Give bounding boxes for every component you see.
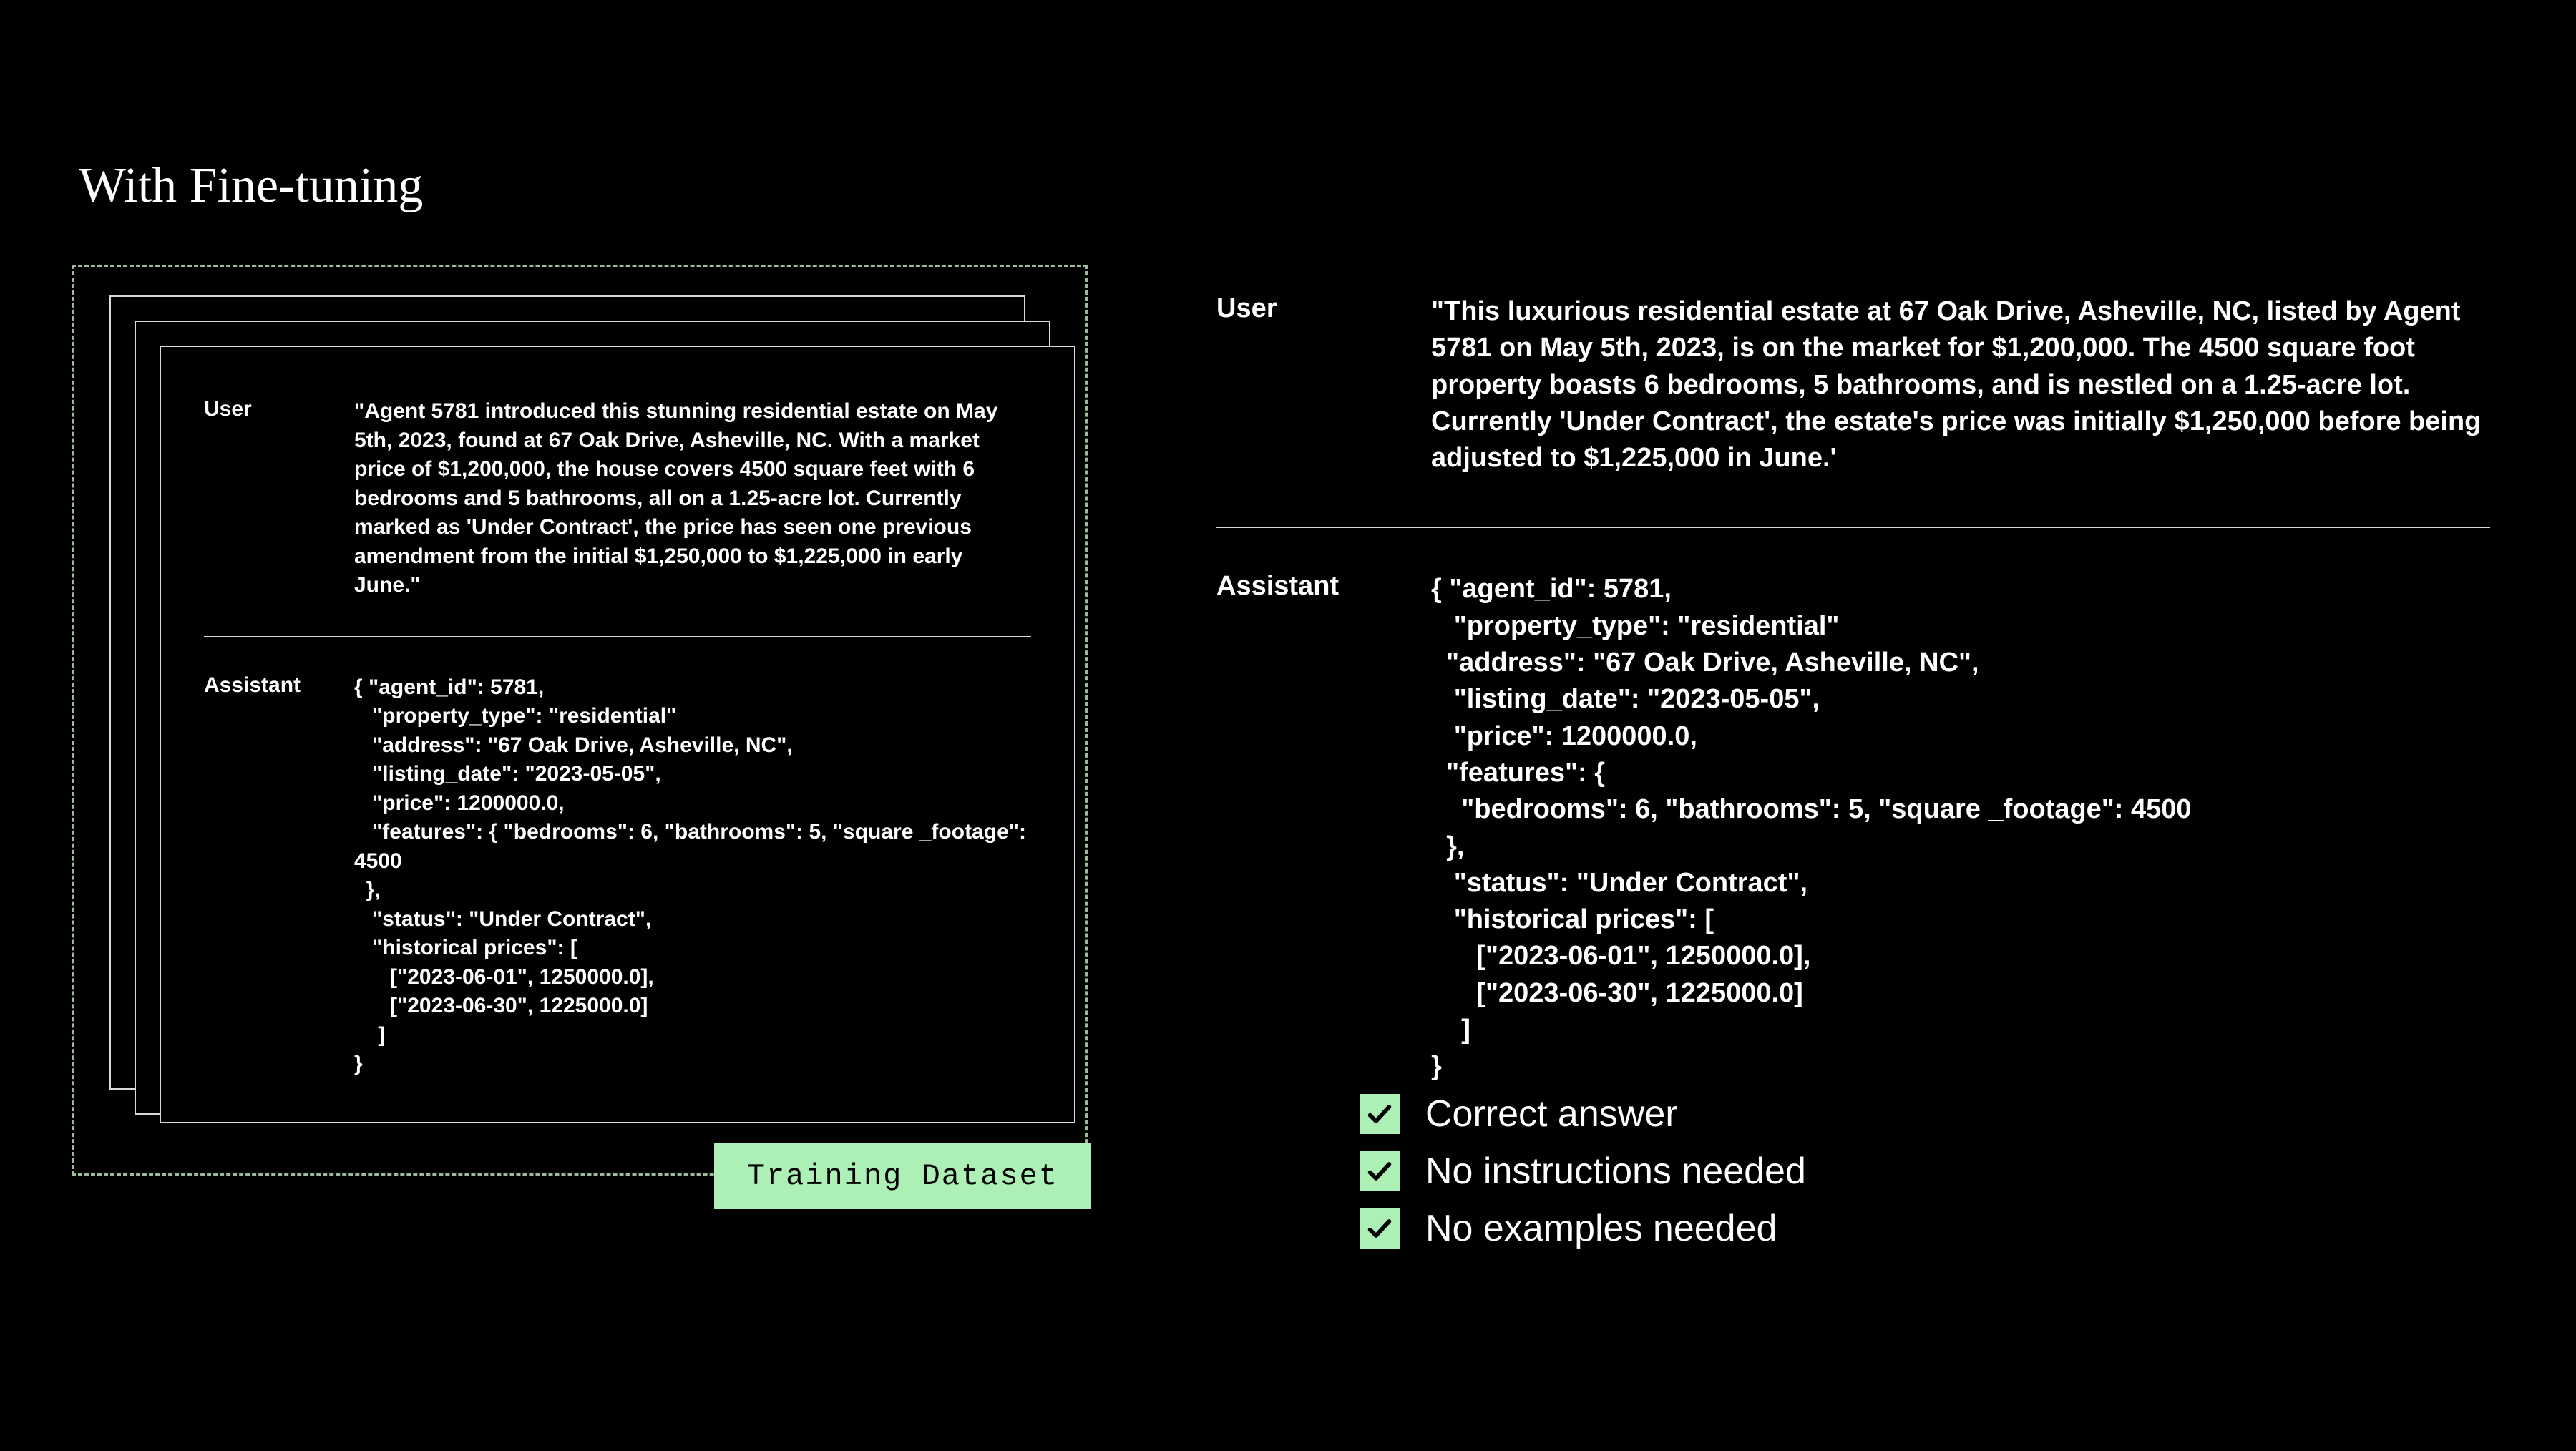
role-label-user: User <box>204 397 326 600</box>
assistant-message: Assistant { "agent_id": 5781, "property_… <box>1216 571 2490 1085</box>
check-item: No examples needed <box>1360 1207 2490 1250</box>
left-column: User "Agent 5781 introduced this stunnin… <box>72 265 1088 1264</box>
check-label: No instructions needed <box>1425 1150 1806 1193</box>
divider <box>1216 527 2490 528</box>
assistant-text: { "agent_id": 5781, "property_type": "re… <box>1431 571 2192 1085</box>
check-icon <box>1360 1094 1400 1134</box>
divider <box>204 636 1031 637</box>
check-label: Correct answer <box>1425 1093 1678 1135</box>
user-message: User "This luxurious residential estate … <box>1216 293 2490 477</box>
role-label-assistant: Assistant <box>1216 571 1402 1085</box>
check-item: No instructions needed <box>1360 1150 2490 1193</box>
user-message: User "Agent 5781 introduced this stunnin… <box>204 397 1031 600</box>
benefits-checklist: Correct answer No instructions needed No… <box>1216 1093 2490 1250</box>
slide-title: With Fine-tuning <box>79 157 2504 215</box>
training-dataset-box: User "Agent 5781 introduced this stunnin… <box>72 265 1088 1176</box>
check-label: No examples needed <box>1425 1207 1777 1250</box>
check-icon <box>1360 1151 1400 1191</box>
check-icon <box>1360 1208 1400 1249</box>
user-text: "Agent 5781 introduced this stunning res… <box>354 397 1031 600</box>
assistant-text: { "agent_id": 5781, "property_type": "re… <box>354 673 1031 1079</box>
check-item: Correct answer <box>1360 1093 2490 1135</box>
columns: User "Agent 5781 introduced this stunnin… <box>72 265 2504 1264</box>
role-label-assistant: Assistant <box>204 673 326 1079</box>
card-stack: User "Agent 5781 introduced this stunnin… <box>109 295 1050 1073</box>
role-label-user: User <box>1216 293 1402 477</box>
user-text: "This luxurious residential estate at 67… <box>1431 293 2490 477</box>
training-dataset-label: Training Dataset <box>714 1143 1091 1209</box>
training-example-card: User "Agent 5781 introduced this stunnin… <box>160 346 1075 1123</box>
right-column: User "This luxurious residential estate … <box>1216 265 2490 1264</box>
assistant-message: Assistant { "agent_id": 5781, "property_… <box>204 673 1031 1079</box>
